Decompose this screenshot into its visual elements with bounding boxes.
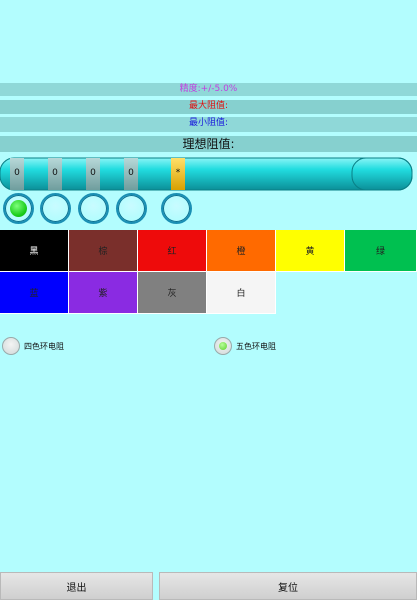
band-1-value: 0 (14, 168, 20, 178)
color-blue[interactable]: 蓝 (0, 272, 69, 314)
band-5-value: * (175, 168, 181, 178)
band-selector-5[interactable] (161, 193, 192, 224)
color-green[interactable]: 绿 (345, 230, 417, 272)
color-gray[interactable]: 灰 (138, 272, 207, 314)
band-4-value: 0 (128, 168, 134, 178)
band-selector-4[interactable] (116, 193, 147, 224)
four-band-radio[interactable] (2, 337, 20, 355)
five-band-radio[interactable] (214, 337, 232, 355)
color-orange[interactable]: 橙 (207, 230, 276, 272)
reset-button[interactable]: 复位 (159, 572, 417, 600)
band-3-value: 0 (90, 168, 96, 178)
four-band-label: 四色环电阻 (24, 341, 64, 351)
resistor-graphic (0, 157, 413, 191)
five-band-option[interactable]: 五色环电阻 (214, 336, 276, 356)
color-brown[interactable]: 棕 (69, 230, 138, 272)
color-purple[interactable]: 紫 (69, 272, 138, 314)
band-selector-1[interactable] (3, 193, 34, 224)
color-red[interactable]: 红 (138, 230, 207, 272)
ideal-resistance-label: 理想阻值: (0, 136, 417, 152)
max-resistance-label: 最大阻值: (0, 100, 417, 114)
min-resistance-label: 最小阻值: (0, 117, 417, 132)
band-selector-3[interactable] (78, 193, 109, 224)
color-black[interactable]: 黑 (0, 230, 69, 272)
band-2-value: 0 (52, 168, 58, 178)
color-yellow[interactable]: 黄 (276, 230, 345, 272)
four-band-option[interactable]: 四色环电阻 (2, 336, 64, 356)
five-band-label: 五色环电阻 (236, 341, 276, 351)
exit-button[interactable]: 退出 (0, 572, 153, 600)
color-white[interactable]: 白 (207, 272, 276, 314)
band-selector-2[interactable] (40, 193, 71, 224)
precision-label: 精度:+/-5.0% (0, 83, 417, 96)
